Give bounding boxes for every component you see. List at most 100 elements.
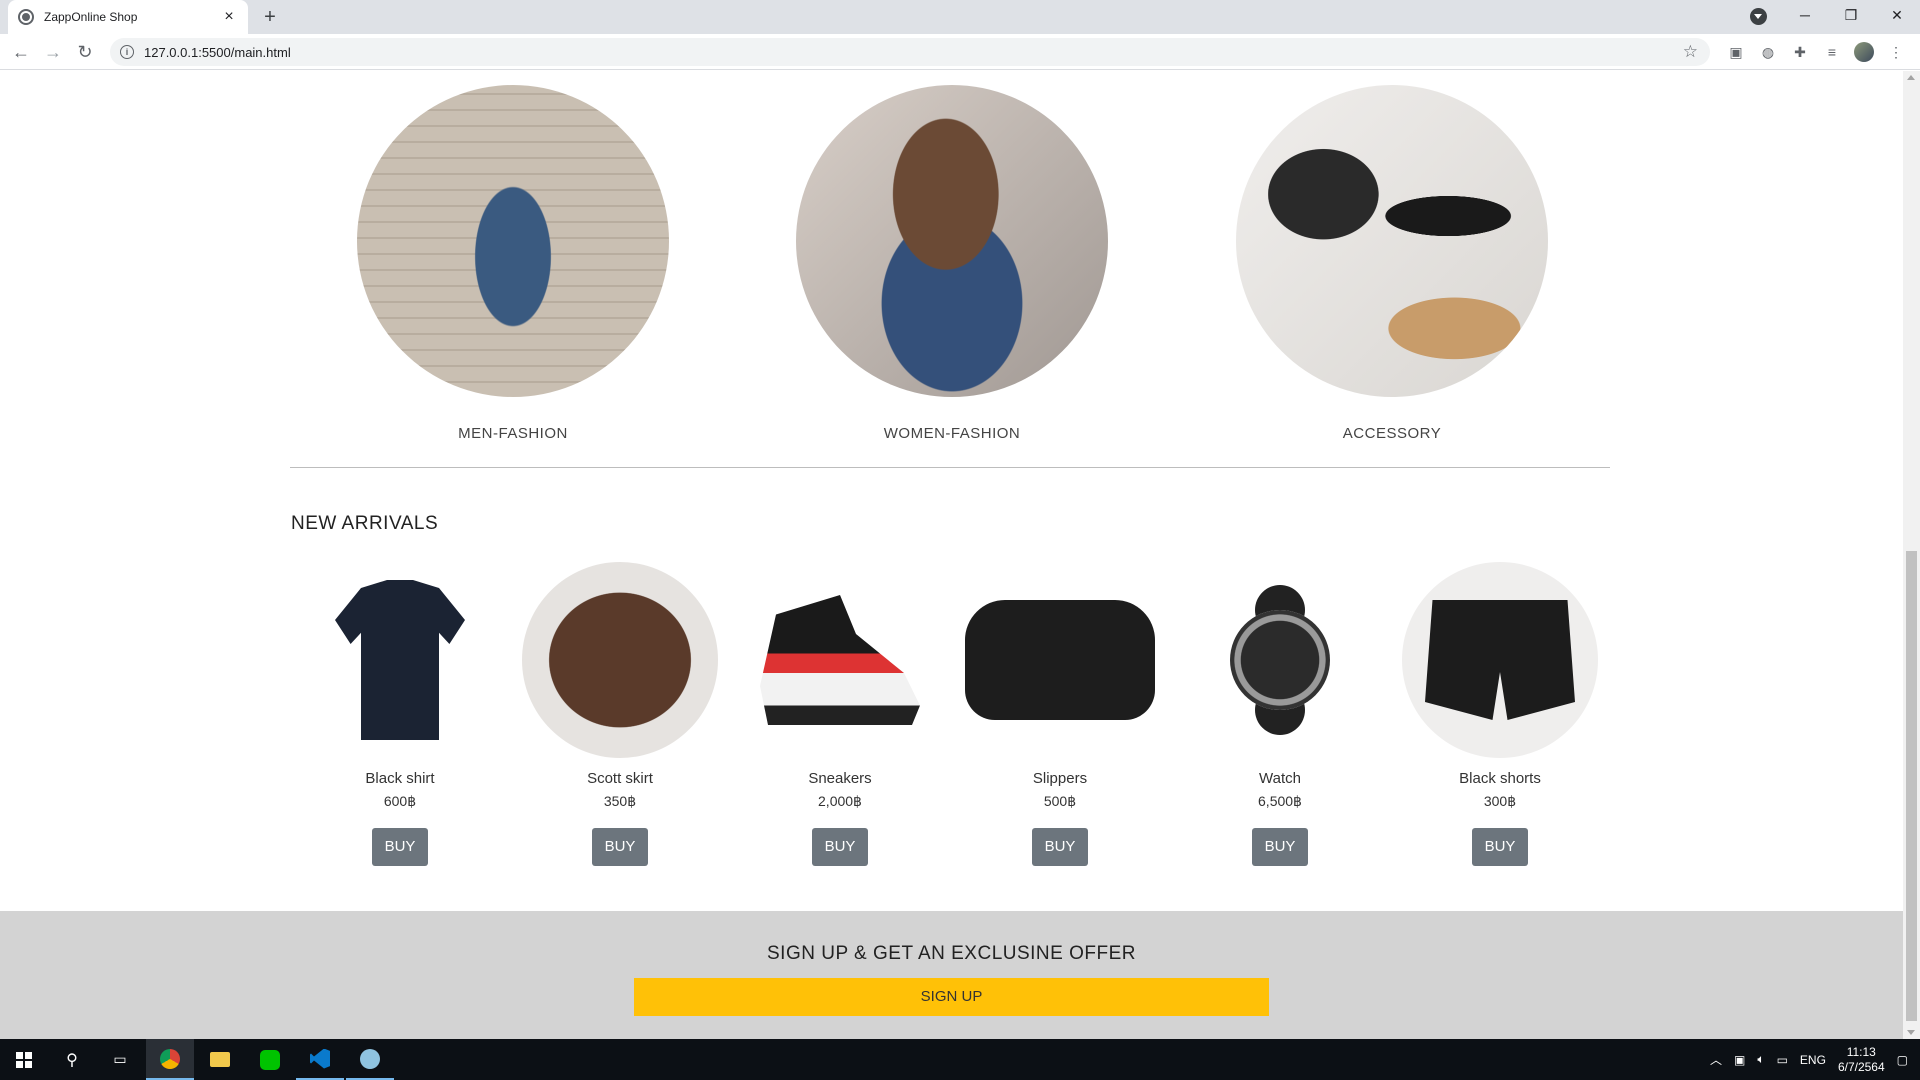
product-card: Watch 6,500฿ BUY: [1170, 562, 1390, 866]
buy-button[interactable]: BUY: [1032, 828, 1088, 866]
volume-icon[interactable]: 🔈︎: [1757, 1052, 1764, 1067]
tab-search-icon[interactable]: [1750, 8, 1767, 25]
clock[interactable]: 11:13 6/7/2564: [1838, 1045, 1885, 1075]
url-text[interactable]: 127.0.0.1:5500/main.html: [144, 45, 291, 60]
product-card: Scott skirt 350฿ BUY: [510, 562, 730, 866]
signup-heading: SIGN UP & GET AN EXCLUSINE OFFER: [767, 943, 1136, 964]
new-tab-button[interactable]: +: [258, 5, 282, 29]
buy-button[interactable]: BUY: [592, 828, 648, 866]
buy-button[interactable]: BUY: [1252, 828, 1308, 866]
browser-toolbar: ← → ↻ i 127.0.0.1:5500/main.html ☆ ▣ ◍ ✚…: [0, 34, 1920, 70]
product-name: Scott skirt: [587, 770, 653, 787]
signup-band: SIGN UP & GET AN EXCLUSINE OFFER SIGN UP: [0, 911, 1903, 1039]
product-name: Slippers: [1032, 770, 1088, 787]
notifications-icon[interactable]: ▢: [1897, 1053, 1908, 1067]
chrome-logo-icon: [160, 1048, 180, 1069]
minimize-button[interactable]: ─: [1782, 7, 1828, 23]
info-icon[interactable]: i: [120, 45, 134, 59]
browser-tab[interactable]: ZappOnline Shop ×: [8, 0, 248, 34]
scroll-up-arrow-icon[interactable]: [1907, 75, 1915, 80]
category-men[interactable]: MEN-FASHION: [357, 85, 669, 442]
product-price: 300฿: [1483, 793, 1517, 809]
address-bar[interactable]: i 127.0.0.1:5500/main.html ☆: [110, 38, 1710, 66]
windows-taskbar: ⚲ ▭ ︿ ▣ 🔈︎ ▭ ENG 11:13 6/7/2564 ▢: [0, 1039, 1920, 1080]
close-window-button[interactable]: ✕: [1874, 7, 1920, 24]
product-card: Slippers 500฿ BUY: [950, 562, 1170, 866]
clock-date: 6/7/2564: [1837, 1059, 1885, 1074]
tab-close-icon[interactable]: ×: [220, 8, 238, 26]
category-label[interactable]: MEN-FASHION: [357, 425, 669, 442]
vscode-taskbar-icon[interactable]: [296, 1039, 344, 1080]
page-content: MEN-FASHION WOMEN-FASHION ACCESSORY NEW …: [0, 71, 1903, 1039]
product-price: 6,500฿: [1258, 793, 1302, 809]
bookmark-star-icon[interactable]: ☆: [1683, 42, 1698, 62]
windows-logo-icon: [16, 1051, 32, 1068]
reload-icon[interactable]: ↻: [72, 39, 98, 65]
buy-button[interactable]: BUY: [812, 828, 868, 866]
security-alert-icon[interactable]: ▣: [1734, 1053, 1745, 1067]
product-name: Black shirt: [365, 770, 435, 787]
globe-extension-icon[interactable]: ◍: [1758, 42, 1778, 62]
sneakers-image[interactable]: [742, 562, 938, 758]
clock-time: 11:13: [1846, 1044, 1876, 1059]
product-list: Black shirt 600฿ BUY Scott skirt 350฿ BU…: [290, 562, 1610, 866]
forward-arrow-icon[interactable]: →: [40, 39, 66, 65]
product-price: 600฿: [383, 793, 417, 809]
black-shirt-image[interactable]: [302, 562, 498, 758]
product-price: 500฿: [1043, 793, 1077, 809]
network-icon[interactable]: ▭: [1777, 1053, 1788, 1067]
browser-tab-bar: ZappOnline Shop × + ─ ❐ ✕: [0, 0, 1920, 34]
window-controls: ─ ❐ ✕: [1782, 0, 1920, 30]
globe-icon: [18, 9, 34, 25]
product-card: Sneakers 2,000฿ BUY: [730, 562, 950, 866]
puzzle-extensions-icon[interactable]: ✚: [1790, 42, 1810, 62]
restore-button[interactable]: ❐: [1828, 7, 1874, 24]
section-divider: [290, 467, 1610, 468]
search-icon[interactable]: ⚲: [48, 1039, 96, 1080]
men-fashion-image[interactable]: [357, 85, 669, 397]
back-arrow-icon[interactable]: ←: [8, 39, 34, 65]
women-fashion-image[interactable]: [796, 85, 1108, 397]
vscode-logo-icon: [310, 1048, 330, 1069]
signup-button[interactable]: SIGN UP: [634, 978, 1269, 1016]
media-control-icon[interactable]: ≡: [1822, 42, 1842, 62]
product-card: Black shorts 300฿ BUY: [1390, 562, 1610, 866]
menu-kebab-icon[interactable]: ⋮: [1886, 42, 1906, 62]
buy-button[interactable]: BUY: [372, 828, 428, 866]
scott-skirt-image[interactable]: [522, 562, 718, 758]
black-shorts-image[interactable]: [1402, 562, 1598, 758]
accessory-image[interactable]: [1236, 85, 1548, 397]
show-hidden-icons-icon[interactable]: ︿: [1710, 1051, 1722, 1068]
product-price: 350฿: [603, 793, 637, 809]
task-view-icon[interactable]: ▭: [96, 1039, 144, 1080]
start-button[interactable]: [0, 1039, 48, 1080]
watch-image[interactable]: [1182, 562, 1378, 758]
vertical-scrollbar[interactable]: [1903, 71, 1920, 1039]
buy-button[interactable]: BUY: [1472, 828, 1528, 866]
line-logo-icon: [260, 1049, 280, 1070]
product-name: Sneakers: [808, 770, 872, 787]
chrome-taskbar-icon[interactable]: [146, 1039, 194, 1080]
scrollbar-thumb[interactable]: [1906, 551, 1917, 1021]
category-label[interactable]: ACCESSORY: [1236, 425, 1548, 442]
category-section: MEN-FASHION WOMEN-FASHION ACCESSORY: [290, 85, 1610, 445]
slippers-image[interactable]: [962, 562, 1158, 758]
category-label[interactable]: WOMEN-FASHION: [796, 425, 1108, 442]
image-extension-icon[interactable]: ▣: [1726, 42, 1746, 62]
category-women[interactable]: WOMEN-FASHION: [796, 85, 1108, 442]
profile-avatar-icon[interactable]: [1854, 42, 1874, 62]
product-name: Watch: [1259, 770, 1301, 787]
file-explorer-icon[interactable]: [196, 1039, 244, 1080]
extension-icons: ▣ ◍ ✚ ≡ ⋮: [1726, 42, 1906, 62]
language-indicator[interactable]: ENG: [1800, 1053, 1826, 1067]
app-taskbar-icon[interactable]: [346, 1039, 394, 1080]
product-price: 2,000฿: [818, 793, 862, 809]
system-tray: ︿ ▣ 🔈︎ ▭ ENG 11:13 6/7/2564 ▢: [1710, 1039, 1920, 1080]
product-card: Black shirt 600฿ BUY: [290, 562, 510, 866]
tab-title: ZappOnline Shop: [44, 10, 138, 24]
folder-icon: [210, 1052, 230, 1067]
line-app-icon[interactable]: [246, 1039, 294, 1080]
category-accessory[interactable]: ACCESSORY: [1236, 85, 1548, 442]
scroll-down-arrow-icon[interactable]: [1907, 1030, 1915, 1035]
product-name: Black shorts: [1459, 770, 1541, 787]
